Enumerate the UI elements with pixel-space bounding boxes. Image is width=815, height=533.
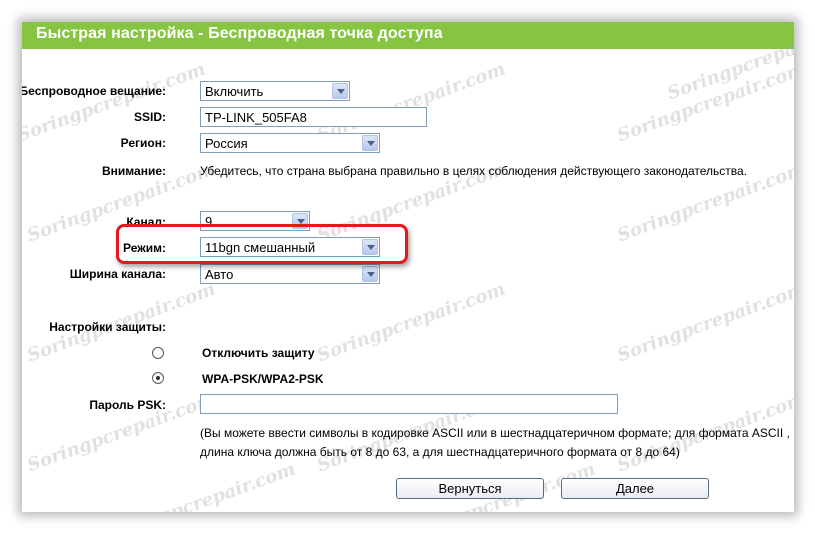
psk-label: Пароль PSK: xyxy=(89,398,166,412)
watermark: Soringpcrepair.com xyxy=(22,58,209,147)
page-title: Быстрая настройка - Беспроводная точка д… xyxy=(36,25,443,42)
chevron-down-icon xyxy=(362,266,378,282)
region-value: Россия xyxy=(205,136,248,151)
region-label: Регион: xyxy=(120,136,166,150)
ssid-input[interactable]: TP-LINK_505FA8 xyxy=(200,107,427,127)
next-button[interactable]: Далее xyxy=(561,478,709,499)
broadcast-label: Беспроводное вещание: xyxy=(22,84,166,98)
channel-width-select[interactable]: Авто xyxy=(200,264,380,284)
wpa-psk-label: WPA-PSK/WPA2-PSK xyxy=(202,372,324,386)
mode-highlight-frame xyxy=(116,224,408,264)
warning-text: Убедитесь, что страна выбрана правильно … xyxy=(200,164,748,178)
psk-password-input[interactable] xyxy=(200,394,618,414)
radio-disable-security[interactable] xyxy=(152,347,164,359)
back-button[interactable]: Вернуться xyxy=(396,478,544,499)
channel-width-value: Авто xyxy=(205,267,234,282)
chevron-down-icon xyxy=(332,83,348,99)
broadcast-select[interactable]: Включить xyxy=(200,81,350,101)
chevron-down-icon xyxy=(362,135,378,151)
watermark: Soringpcrepair.com xyxy=(614,58,794,147)
channel-width-label: Ширина канала: xyxy=(69,267,166,281)
ssid-value: TP-LINK_505FA8 xyxy=(205,110,307,125)
psk-hint-line1: (Вы можете ввести символы в кодировке AS… xyxy=(200,426,790,440)
broadcast-value: Включить xyxy=(205,84,264,99)
watermark: Soringpcrepair.com xyxy=(614,278,794,367)
radio-wpa-psk[interactable] xyxy=(152,372,164,384)
header-bar: Быстрая настройка - Беспроводная точка д… xyxy=(22,22,794,49)
psk-hint-line2: длина ключа должна быть от 8 до 63, а дл… xyxy=(200,445,680,459)
ssid-label: SSID: xyxy=(133,110,166,124)
security-label: Настройки защиты: xyxy=(49,320,166,334)
router-dialog: Быстрая настройка - Беспроводная точка д… xyxy=(22,22,794,512)
watermark: Soringpcrepair.com xyxy=(104,458,299,512)
watermark: Soringpcrepair.com xyxy=(314,278,509,367)
warning-label: Внимание: xyxy=(102,164,166,178)
region-select[interactable]: Россия xyxy=(200,133,380,153)
disable-security-label: Отключить защиту xyxy=(202,346,315,360)
